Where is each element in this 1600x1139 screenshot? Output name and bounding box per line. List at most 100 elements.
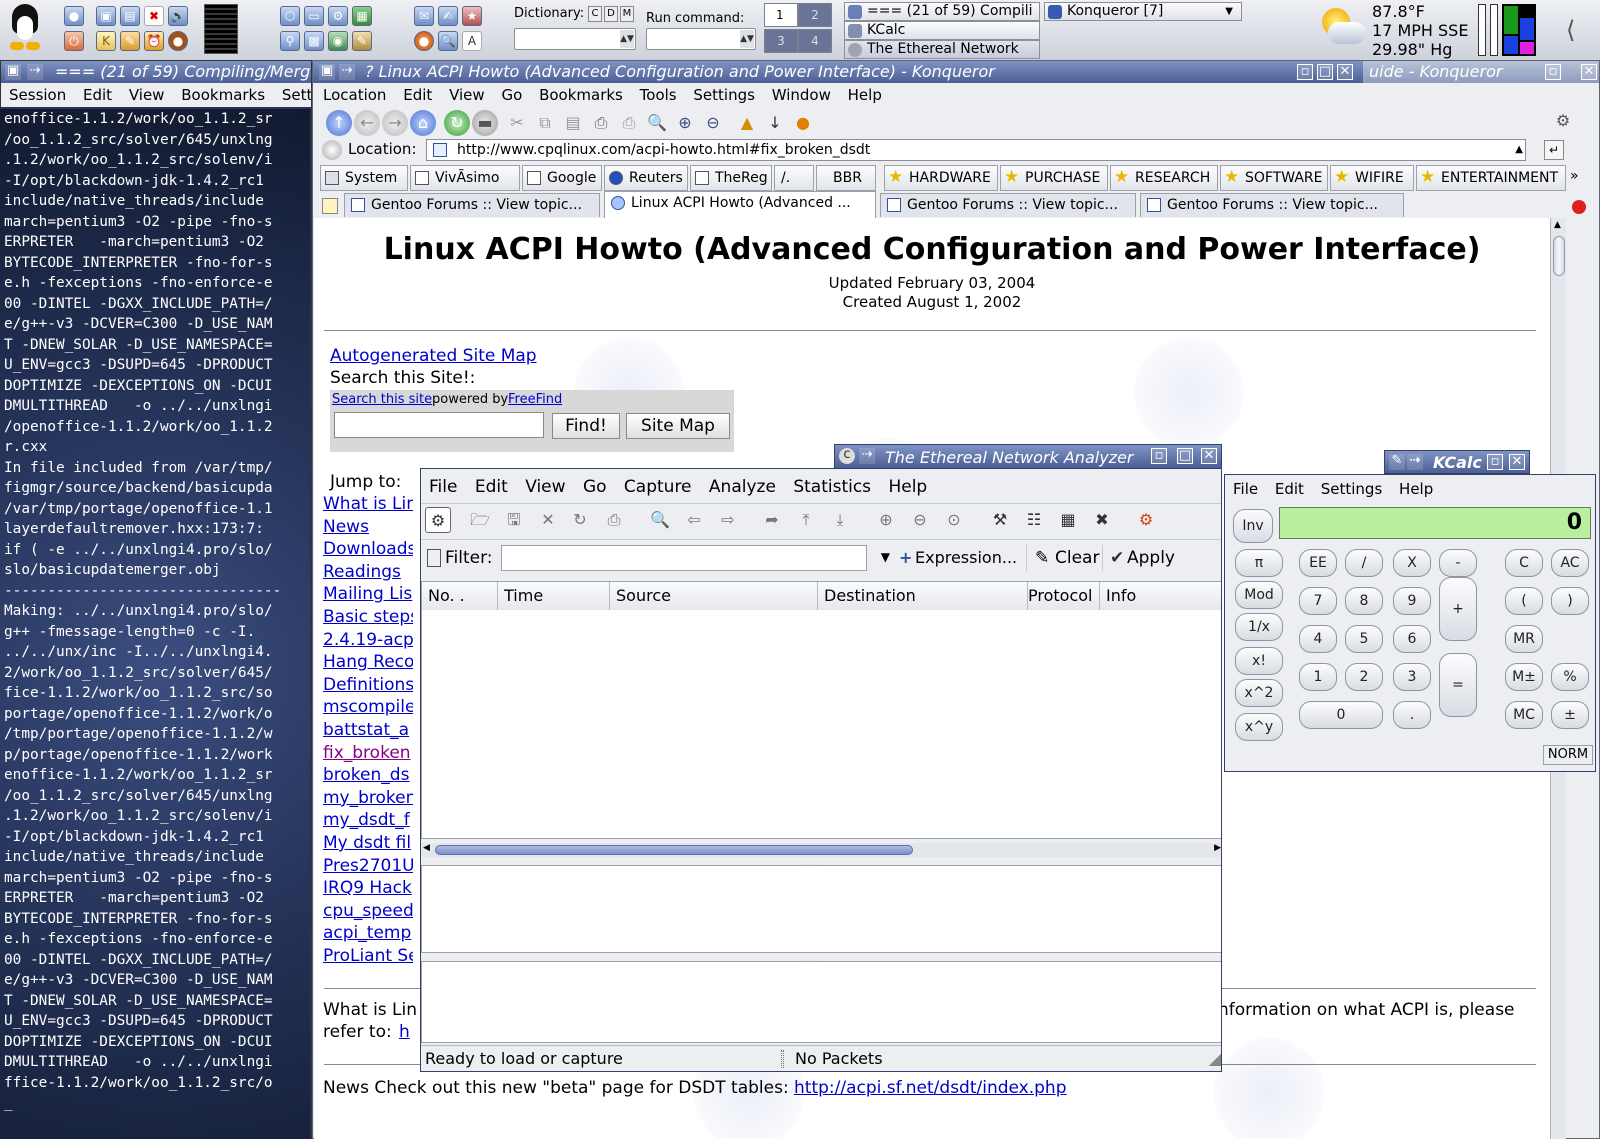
tab-acpi-howto[interactable]: Linux ACPI Howto (Advanced ... xyxy=(604,191,876,218)
jump-link[interactable]: fix_broken xyxy=(323,743,413,763)
control-center-icon[interactable]: ⚙ xyxy=(328,6,348,26)
more-bookmarks-icon[interactable]: » xyxy=(1570,168,1579,184)
maximize-button[interactable]: □ xyxy=(1317,64,1333,80)
zoom-in-icon[interactable]: ⊕ xyxy=(873,507,899,533)
scroll-thumb[interactable] xyxy=(1553,236,1565,276)
pin-icon[interactable]: ⇢ xyxy=(27,64,43,80)
memory-recall-button[interactable]: MR xyxy=(1505,625,1543,653)
decimal-button[interactable]: . xyxy=(1393,701,1431,729)
packet-details-pane[interactable] xyxy=(421,865,1221,953)
display-filters-icon[interactable]: ☷ xyxy=(1021,507,1047,533)
dict-d-button[interactable]: D xyxy=(604,6,618,22)
menu-edit[interactable]: Edit xyxy=(475,477,508,497)
capture-filters-icon[interactable]: ⚒ xyxy=(987,507,1013,533)
bookmark-reuters[interactable]: Reuters xyxy=(604,165,688,191)
packet-bytes-pane[interactable] xyxy=(421,961,1221,1043)
freefind-link[interactable]: FreeFind xyxy=(508,392,562,407)
home-icon[interactable]: ⌂ xyxy=(410,110,436,136)
clear-button[interactable]: C xyxy=(1505,549,1543,577)
terminal-output[interactable]: enoffice-1.1.2/work/oo_1.1.2_sr/oo_1.1.2… xyxy=(4,109,309,1137)
menu-statistics[interactable]: Statistics xyxy=(793,477,871,497)
column-protocol[interactable]: Protocol xyxy=(1028,582,1100,610)
close-button[interactable]: ✕ xyxy=(1337,64,1353,80)
ee-button[interactable]: EE xyxy=(1299,549,1337,577)
square-button[interactable]: x^2 xyxy=(1235,679,1283,707)
popup-blocker-icon[interactable]: ● xyxy=(790,110,816,136)
menu-help[interactable]: Help xyxy=(848,86,882,104)
menu-bookmarks[interactable]: Bookmarks xyxy=(181,86,265,104)
menu-tools[interactable]: Tools xyxy=(640,86,677,104)
column-no[interactable]: No. . xyxy=(422,582,498,610)
window-menu-icon[interactable]: ✎ xyxy=(1389,454,1405,470)
cube-icon[interactable]: ⬡ xyxy=(280,6,300,26)
bookmark-purchase[interactable]: ★ PURCHASE xyxy=(1000,165,1108,191)
scroll-thumb[interactable] xyxy=(435,845,913,855)
menu-go[interactable]: Go xyxy=(583,477,607,497)
menu-settings[interactable]: Settings xyxy=(282,86,311,104)
menu-bookmarks[interactable]: Bookmarks xyxy=(539,86,623,104)
dict-m-button[interactable]: M xyxy=(620,6,634,22)
go-first-icon[interactable]: ⤒ xyxy=(793,507,819,533)
clear-button[interactable]: ✎ Clear xyxy=(1031,545,1103,571)
minimize-button[interactable]: ▫ xyxy=(1151,448,1167,464)
desktop-3-button[interactable]: 3 xyxy=(764,29,798,53)
bookmark-software[interactable]: ★ SOFTWARE xyxy=(1220,165,1328,191)
zoom-out-icon[interactable]: ⊖ xyxy=(700,110,726,136)
menu-help[interactable]: Help xyxy=(1399,480,1433,498)
key-3[interactable]: 3 xyxy=(1393,663,1431,691)
reload-icon[interactable]: ↻ xyxy=(567,507,593,533)
pi-button[interactable]: π xyxy=(1235,549,1283,577)
dictionary-input[interactable]: ▲▼ xyxy=(514,28,636,50)
dsdt-link[interactable]: http://acpi.sf.net/dsdt/index.php xyxy=(794,1078,1067,1098)
key-2[interactable]: 2 xyxy=(1345,663,1383,691)
menu-capture[interactable]: Capture xyxy=(624,477,692,497)
key-5[interactable]: 5 xyxy=(1345,625,1383,653)
search-icon[interactable]: ⚲ xyxy=(280,31,300,51)
packet-hscrollbar[interactable]: ◀ ▶ xyxy=(421,843,1221,857)
find-packet-icon[interactable]: 🔍 xyxy=(647,507,673,533)
mod-button[interactable]: Mod xyxy=(1235,581,1283,609)
desktop-1-button[interactable]: 1 xyxy=(764,3,798,27)
jump-link[interactable]: News xyxy=(323,517,413,537)
jump-link[interactable]: cpu_speed xyxy=(323,901,413,921)
divide-button[interactable]: / xyxy=(1345,549,1383,577)
chevron-down-icon[interactable]: ▼ xyxy=(881,550,890,564)
factorial-button[interactable]: x! xyxy=(1235,647,1283,675)
capture-interfaces-icon[interactable]: ⚙ xyxy=(425,507,451,533)
bookmark-google[interactable]: Google xyxy=(522,165,602,191)
tux-menu-icon[interactable] xyxy=(6,4,44,54)
menu-edit[interactable]: Edit xyxy=(403,86,432,104)
maximize-button[interactable]: □ xyxy=(1177,448,1193,464)
jump-link[interactable]: Pres2701U xyxy=(323,856,413,876)
lock-screen-icon[interactable]: ● xyxy=(64,6,84,26)
percent-button[interactable]: % xyxy=(1551,663,1589,691)
window-menu-icon[interactable]: ▣ xyxy=(319,64,335,80)
zoom-in-icon[interactable]: ⊕ xyxy=(672,110,698,136)
key-0[interactable]: 0 xyxy=(1299,701,1383,729)
jump-link[interactable]: IRQ9 Hack xyxy=(323,878,413,898)
memory-plus-minus-button[interactable]: M± xyxy=(1505,663,1543,691)
add-button[interactable]: + xyxy=(1439,577,1477,641)
minimize-button[interactable]: ▫ xyxy=(1545,64,1561,80)
jump-link[interactable]: my_broken xyxy=(323,788,413,808)
site-map-button[interactable]: Site Map xyxy=(626,413,730,439)
copy-icon[interactable]: ⧉ xyxy=(532,110,558,136)
close-paren-button[interactable]: ) xyxy=(1551,587,1589,615)
logout-icon[interactable]: ⏻ xyxy=(64,31,84,51)
key-7[interactable]: 7 xyxy=(1299,587,1337,615)
key-1[interactable]: 1 xyxy=(1299,663,1337,691)
close-button[interactable]: ✕ xyxy=(1509,454,1525,470)
download-icon[interactable]: ↓ xyxy=(762,110,788,136)
menu-settings[interactable]: Settings xyxy=(1321,480,1383,498)
close-button[interactable]: ✕ xyxy=(1201,448,1217,464)
menu-analyze[interactable]: Analyze xyxy=(709,477,776,497)
clear-location-icon[interactable] xyxy=(322,140,342,160)
menu-view[interactable]: View xyxy=(449,86,485,104)
close-file-icon[interactable]: ✕ xyxy=(535,507,561,533)
reload-icon[interactable]: ↻ xyxy=(444,110,470,136)
jump-link[interactable]: Mailing Lis xyxy=(323,584,413,604)
scroll-up-icon[interactable]: ▲ xyxy=(1554,220,1561,230)
filter-button[interactable]: Filter: xyxy=(425,545,499,571)
menu-file[interactable]: File xyxy=(429,477,457,497)
jump-link[interactable]: Definitions xyxy=(323,675,413,695)
